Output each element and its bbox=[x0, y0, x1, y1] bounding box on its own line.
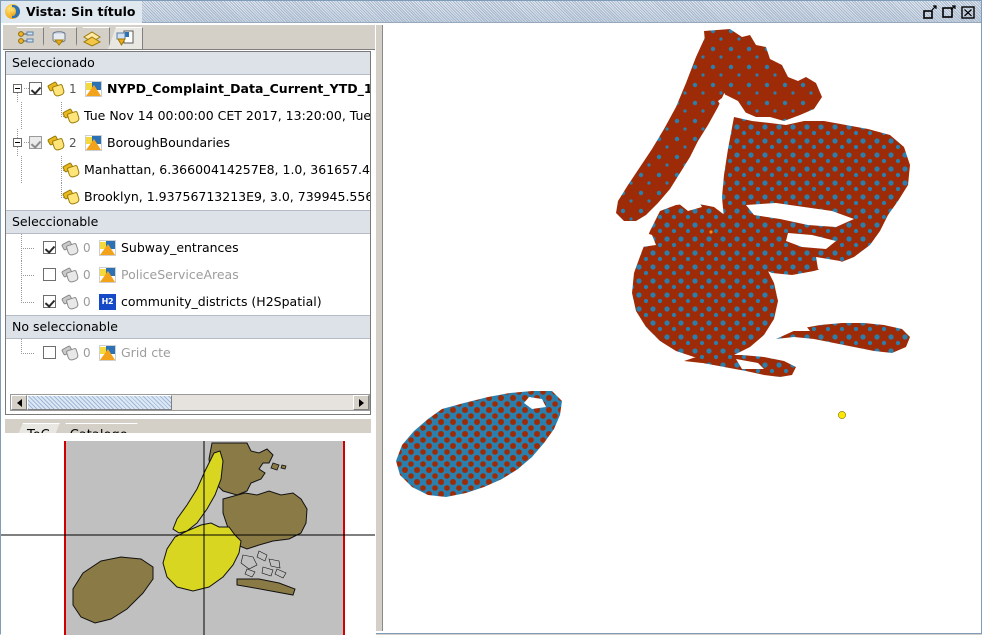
vector-layer-icon bbox=[99, 266, 116, 283]
titlebar-title-group: Vista: Sin título bbox=[1, 0, 142, 23]
tree-elbow bbox=[43, 156, 71, 183]
vector-layer-icon bbox=[99, 239, 116, 256]
symbol-brush-icon bbox=[46, 80, 66, 97]
titlebar-buttons bbox=[923, 4, 981, 19]
toc-layer-row-nypd[interactable]: 1 NYPD_Complaint_Data_Current_YTD_1 bbox=[6, 75, 370, 102]
vector-layer-icon bbox=[85, 80, 102, 97]
view-window: Vista: Sin título Seleccionado 1 NYPD_Co… bbox=[0, 0, 982, 635]
tree-elbow bbox=[43, 183, 71, 210]
tree-connector bbox=[10, 261, 43, 288]
overview-locator-map[interactable] bbox=[1, 433, 376, 635]
legend-label: Tue Nov 14 00:00:00 CET 2017, 13:20:00, … bbox=[84, 108, 370, 123]
vector-layer-icon bbox=[85, 134, 102, 151]
h2spatial-layer-icon: H2 bbox=[99, 293, 116, 310]
properties-icon bbox=[16, 30, 36, 48]
tree-connector bbox=[10, 234, 43, 261]
bay-water bbox=[240, 550, 287, 579]
toc-section-header-not-selectable: No seleccionable bbox=[6, 315, 370, 339]
symbol-brush-icon bbox=[60, 239, 80, 256]
expand-collapse-icon[interactable] bbox=[10, 129, 29, 156]
layer-order-number: 1 bbox=[69, 81, 77, 96]
export-icon bbox=[115, 30, 135, 48]
symbol-brush-icon bbox=[46, 134, 66, 151]
layer-label: NYPD_Complaint_Data_Current_YTD_1 bbox=[107, 81, 370, 96]
toc-layer-row-grid[interactable]: 0 Grid cte bbox=[6, 339, 370, 366]
database-icon bbox=[49, 30, 69, 48]
toc-section-header-selected: Seleccionado bbox=[6, 52, 370, 75]
layer-order-number: 0 bbox=[83, 267, 91, 282]
tree-connector bbox=[10, 102, 43, 129]
layer-order-number: 2 bbox=[69, 135, 77, 150]
layer-visibility-checkbox[interactable] bbox=[29, 136, 42, 149]
symbol-brush-icon bbox=[61, 161, 81, 178]
expand-collapse-icon[interactable] bbox=[10, 75, 29, 102]
scroll-right-button[interactable] bbox=[353, 395, 369, 410]
window-title: Vista: Sin título bbox=[26, 4, 136, 19]
layer-label: Grid cte bbox=[121, 345, 171, 360]
layer-order-number: 0 bbox=[83, 294, 91, 309]
toc-layer-row-community[interactable]: 0 H2 community_districts (H2Spatial) bbox=[6, 288, 370, 315]
export-tab-icon[interactable] bbox=[108, 27, 143, 49]
layer-label: Subway_entrances bbox=[121, 240, 239, 255]
borough-rockaway bbox=[236, 578, 296, 596]
layer-selectable-checkbox[interactable] bbox=[43, 241, 56, 254]
window-titlebar: Vista: Sin título bbox=[1, 0, 981, 23]
map-canvas[interactable] bbox=[384, 25, 981, 633]
symbol-brush-icon bbox=[60, 293, 80, 310]
legend-label: Brooklyn, 1.93756713213E9, 3.0, 739945.5… bbox=[84, 189, 370, 204]
layer-label: BoroughBoundaries bbox=[107, 135, 230, 150]
layer-label: community_districts (H2Spatial) bbox=[121, 294, 322, 309]
close-button[interactable] bbox=[961, 5, 976, 19]
database-tab-icon[interactable] bbox=[42, 27, 77, 49]
layer-selectable-checkbox[interactable] bbox=[43, 295, 56, 308]
layer-label: PoliceServiceAreas bbox=[121, 267, 239, 282]
toc-legend-row-brooklyn[interactable]: Brooklyn, 1.93756713213E9, 3.0, 739945.5… bbox=[6, 183, 370, 210]
gvsig-view-icon bbox=[5, 3, 21, 20]
toc-legend-row-nypd[interactable]: Tue Nov 14 00:00:00 CET 2017, 13:20:00, … bbox=[6, 102, 370, 129]
borough-manhattan-selected bbox=[172, 450, 224, 534]
tree-connector bbox=[10, 288, 43, 315]
legend-label: Manhattan, 6.36600414257E8, 1.0, 361657.… bbox=[84, 162, 370, 177]
toc-toolbar-tabstrip bbox=[3, 25, 375, 50]
borough-staten-island bbox=[72, 556, 154, 624]
layers-icon bbox=[82, 30, 102, 48]
layer-order-number: 0 bbox=[83, 240, 91, 255]
layer-selectable-checkbox[interactable] bbox=[43, 346, 56, 359]
symbol-brush-icon bbox=[60, 344, 80, 361]
scroll-left-button[interactable] bbox=[11, 395, 27, 410]
layer-order-number: 0 bbox=[83, 345, 91, 360]
layer-selectable-checkbox[interactable] bbox=[43, 268, 56, 281]
scrollbar-thumb[interactable] bbox=[27, 395, 172, 410]
toc-tree[interactable]: Seleccionado 1 NYPD_Complaint_Data_Curre… bbox=[5, 51, 371, 415]
toc-legend-row-manhattan[interactable]: Manhattan, 6.36600414257E8, 1.0, 361657.… bbox=[6, 156, 370, 183]
layer-visibility-checkbox[interactable] bbox=[29, 82, 42, 95]
toc-horizontal-scrollbar[interactable] bbox=[10, 394, 370, 411]
tree-connector bbox=[10, 183, 43, 210]
manhattan-area bbox=[616, 33, 726, 221]
tree-connector bbox=[10, 156, 43, 183]
borough-brooklyn-selected bbox=[162, 522, 242, 592]
vector-layer-icon bbox=[99, 344, 116, 361]
minimize-button[interactable] bbox=[923, 4, 938, 19]
toc-layer-row-police[interactable]: 0 PoliceServiceAreas bbox=[6, 261, 370, 288]
layers-tab-icon[interactable] bbox=[75, 27, 110, 49]
toc-layer-row-borough[interactable]: 2 BoroughBoundaries bbox=[6, 129, 370, 156]
symbol-brush-icon bbox=[61, 188, 81, 205]
titlebar-drag-area[interactable] bbox=[142, 1, 924, 23]
toc-layer-row-subway[interactable]: 0 Subway_entrances bbox=[6, 234, 370, 261]
panel-splitter[interactable] bbox=[375, 25, 383, 631]
scrollbar-track[interactable] bbox=[27, 395, 353, 410]
toc-section-header-selectable: Seleccionable bbox=[6, 210, 370, 234]
tree-connector bbox=[10, 339, 43, 366]
maximize-button[interactable] bbox=[942, 4, 957, 19]
symbol-brush-icon bbox=[60, 266, 80, 283]
tree-elbow bbox=[43, 102, 71, 129]
symbol-brush-icon bbox=[61, 107, 81, 124]
properties-tab-icon[interactable] bbox=[9, 27, 44, 49]
